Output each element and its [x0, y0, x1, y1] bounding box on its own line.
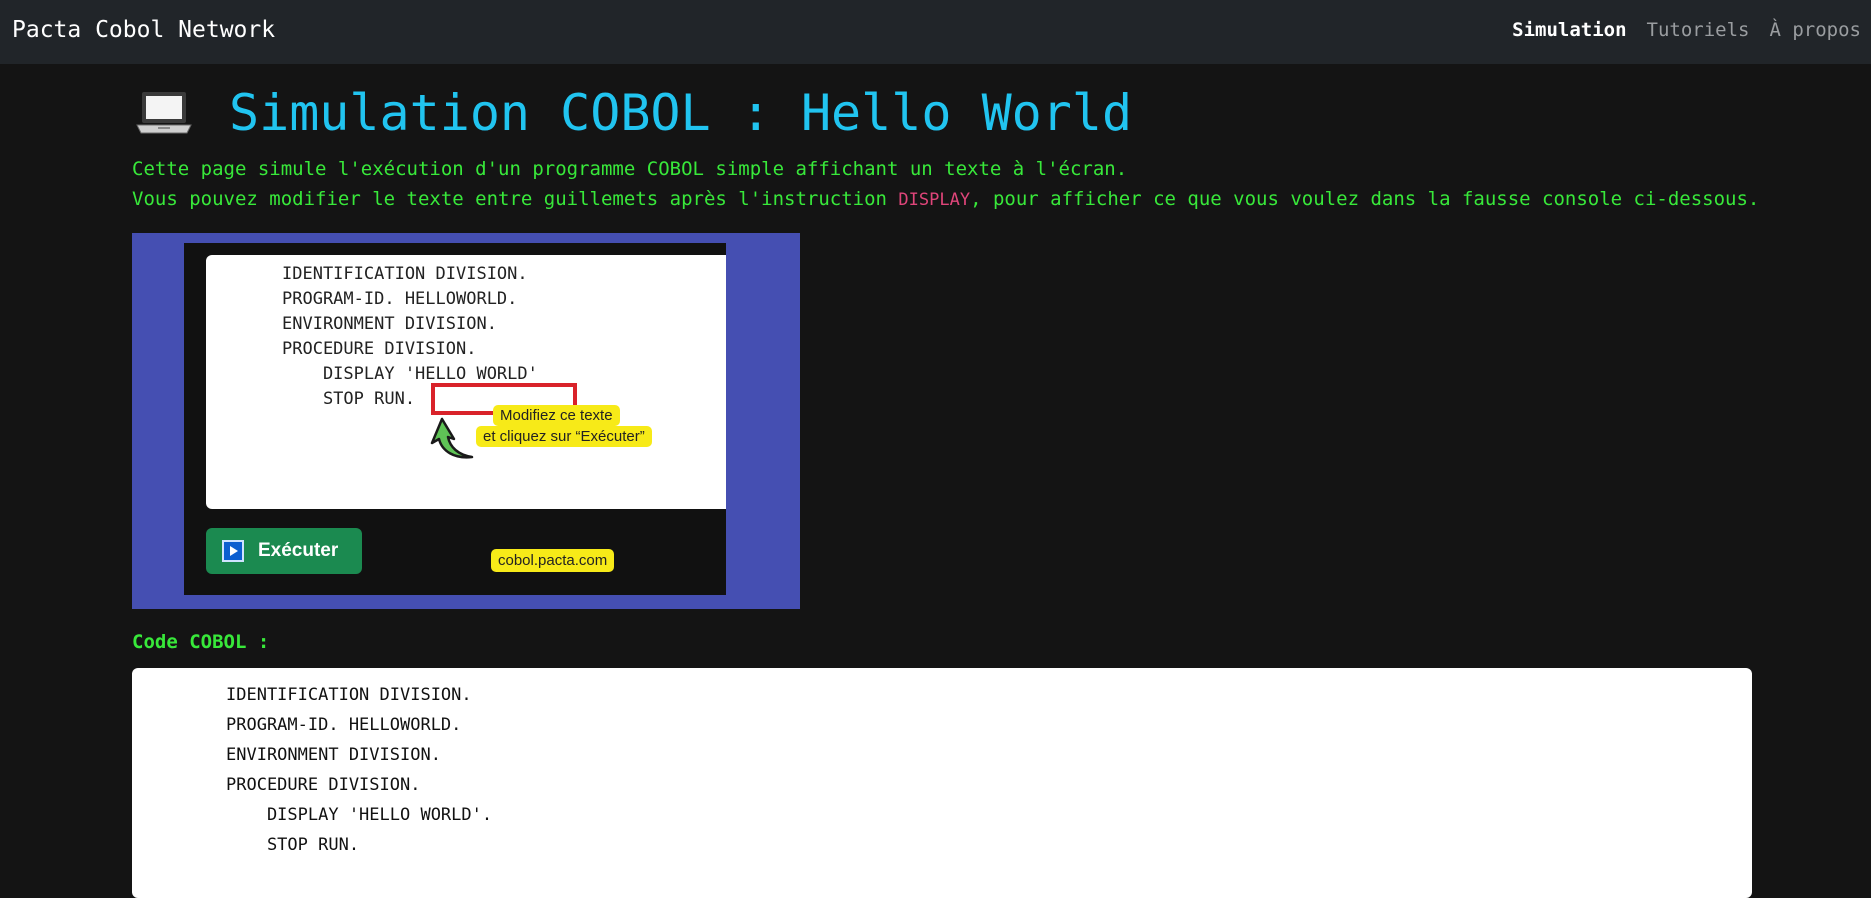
- illustration-code-line: DISPLAY 'HELLO WORLD': [282, 364, 538, 384]
- code-line: ENVIRONMENT DIVISION.: [226, 745, 441, 765]
- illustration-code-line: PROGRAM-ID. HELLOWORLD.: [282, 289, 518, 309]
- illustration-screen: IDENTIFICATION DIVISION. PROGRAM-ID. HEL…: [184, 243, 726, 595]
- illustration-code-line: ENVIRONMENT DIVISION.: [282, 314, 497, 334]
- play-icon: [222, 540, 244, 562]
- illustration-url: cobol.pacta.com: [491, 549, 615, 572]
- intro-text: Cette page simule l'exécution d'un progr…: [132, 154, 1759, 215]
- intro-line-2: Vous pouvez modifier le texte entre guil…: [132, 184, 1759, 215]
- callout-line-2: et cliquez sur “Exécuter”: [476, 426, 652, 447]
- nav-link-a-propos[interactable]: À propos: [1769, 16, 1861, 44]
- nav-links: Simulation Tutoriels À propos: [1512, 16, 1861, 44]
- page-title: Simulation COBOL : Hello World: [135, 82, 1132, 144]
- nav-link-simulation[interactable]: Simulation: [1512, 16, 1626, 44]
- code-line: STOP RUN.: [226, 835, 360, 855]
- display-keyword: DISPLAY: [898, 190, 971, 210]
- illustration-execute-label: Exécuter: [258, 540, 339, 561]
- cobol-code-editor[interactable]: IDENTIFICATION DIVISION. PROGRAM-ID. HEL…: [132, 668, 1752, 898]
- tutorial-illustration: IDENTIFICATION DIVISION. PROGRAM-ID. HEL…: [132, 233, 800, 609]
- illustration-code-panel: IDENTIFICATION DIVISION. PROGRAM-ID. HEL…: [206, 255, 726, 509]
- laptop-icon: [136, 92, 192, 134]
- arrow-icon: [430, 417, 474, 459]
- code-line: PROCEDURE DIVISION.: [226, 775, 421, 795]
- code-line: IDENTIFICATION DIVISION.: [226, 685, 472, 705]
- nav-link-tutoriels[interactable]: Tutoriels: [1647, 16, 1750, 44]
- code-line: DISPLAY 'HELLO WORLD'.: [226, 805, 493, 825]
- intro-line-2-start: Vous pouvez modifier le texte entre guil…: [132, 188, 899, 210]
- intro-line-2-end: , pour afficher ce que vous voulez dans …: [970, 188, 1760, 210]
- intro-line-1: Cette page simule l'exécution d'un progr…: [132, 158, 1128, 180]
- illustration-execute-button: Exécuter: [206, 528, 362, 574]
- code-section-label: Code COBOL :: [132, 631, 270, 653]
- illustration-code-line: IDENTIFICATION DIVISION.: [282, 264, 528, 284]
- page-title-text: Simulation COBOL : Hello World: [229, 84, 1133, 142]
- code-line: PROGRAM-ID. HELLOWORLD.: [226, 715, 462, 735]
- callout-line-1: Modifiez ce texte: [493, 405, 620, 426]
- navbar-brand[interactable]: Pacta Cobol Network: [12, 15, 275, 45]
- illustration-code-line: STOP RUN.: [282, 389, 416, 409]
- illustration-code-line: PROCEDURE DIVISION.: [282, 339, 477, 359]
- navbar: Pacta Cobol Network Simulation Tutoriels…: [0, 0, 1871, 64]
